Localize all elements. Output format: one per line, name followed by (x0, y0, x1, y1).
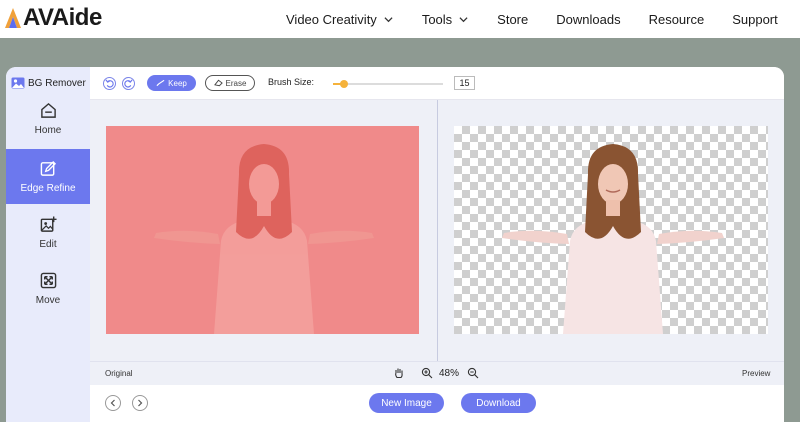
preview-photo-person (502, 144, 724, 334)
sidebar-item-label: Home (34, 124, 62, 136)
sidebar-item-label: Move (35, 294, 61, 306)
download-button[interactable]: Download (461, 393, 536, 413)
edge-refine-icon (40, 160, 56, 176)
logo[interactable]: AVAide (4, 4, 102, 31)
nav-resource[interactable]: Resource (649, 12, 705, 27)
zoom-in-icon[interactable] (421, 367, 433, 379)
chevron-left-icon (110, 399, 115, 407)
nav-tools[interactable]: Tools (422, 12, 468, 27)
redo-icon (124, 79, 133, 88)
action-bar: New Image Download (90, 385, 784, 422)
zoom-controls: 48% (393, 367, 479, 379)
nav-label: Store (497, 11, 529, 27)
chevron-right-icon (138, 399, 143, 407)
zoom-level: 48% (439, 367, 460, 379)
brush-size-slider[interactable] (333, 80, 443, 88)
workspace (90, 100, 784, 361)
sidebar-item-move[interactable]: Move (6, 261, 90, 316)
edit-image-icon (40, 215, 57, 232)
nav-store[interactable]: Store (497, 12, 528, 27)
preview-image[interactable] (454, 126, 768, 334)
keep-brush-icon (156, 79, 165, 87)
hand-pan-icon[interactable] (393, 367, 405, 379)
preview-label: Preview (742, 369, 771, 378)
brush-size-label: Brush Size: (268, 77, 315, 87)
keep-label: Keep (168, 78, 187, 88)
sidebar-item-label: Edge Refine (20, 182, 76, 194)
erase-button[interactable]: Erase (205, 75, 255, 91)
slider-handle[interactable] (340, 80, 348, 88)
app-title: BG Remover (11, 77, 86, 89)
sidebar-item-label: Edit (39, 238, 57, 250)
nav-video-creativity[interactable]: Video Creativity (286, 12, 393, 27)
nav-label: Downloads (556, 11, 621, 27)
logo-mark-icon (5, 8, 21, 28)
nav-label: Video Creativity (286, 11, 377, 27)
sidebar-item-edit[interactable]: Edit (6, 205, 90, 260)
nav-label: Resource (648, 11, 705, 27)
eraser-icon (213, 79, 223, 87)
erase-label: Erase (225, 78, 247, 88)
new-image-button[interactable]: New Image (369, 393, 444, 413)
keep-button[interactable]: Keep (147, 75, 196, 91)
original-image[interactable] (106, 126, 419, 334)
sidebar-item-home[interactable]: Home (6, 91, 90, 146)
sidebar-item-edge-refine[interactable]: Edge Refine (6, 149, 90, 204)
nav-label: Support (732, 11, 778, 27)
zoom-out-icon[interactable] (467, 367, 479, 379)
nav-downloads[interactable]: Downloads (556, 12, 620, 27)
previous-button[interactable] (105, 395, 121, 411)
bg-remover-icon (11, 77, 25, 89)
move-icon (40, 272, 56, 288)
brush-size-value[interactable]: 15 (454, 76, 475, 90)
undo-icon (105, 79, 114, 88)
chevron-down-icon (384, 16, 393, 22)
bg-remover-app: BG Remover Home Edge Refine Edit Move Ke… (6, 67, 784, 422)
toolbar: Keep Erase Brush Size: 15 (90, 67, 784, 100)
undo-button[interactable] (103, 77, 116, 90)
main-menu: Video Creativity Tools Store Downloads R… (286, 0, 778, 38)
status-bar: Original 48% Preview (90, 361, 784, 385)
top-navigation: AVAide Video Creativity Tools Store Down… (0, 0, 800, 38)
next-button[interactable] (132, 395, 148, 411)
sidebar: BG Remover Home Edge Refine Edit Move (6, 67, 90, 422)
logo-text: AVAide (23, 4, 102, 31)
original-photo-person (106, 126, 419, 334)
home-icon (40, 102, 56, 118)
redo-button[interactable] (122, 77, 135, 90)
nav-label: Tools (421, 11, 453, 27)
chevron-down-icon (459, 16, 468, 22)
app-title-text: BG Remover (28, 77, 86, 89)
original-label: Original (105, 369, 133, 378)
panel-divider (437, 100, 438, 361)
nav-support[interactable]: Support (732, 12, 778, 27)
